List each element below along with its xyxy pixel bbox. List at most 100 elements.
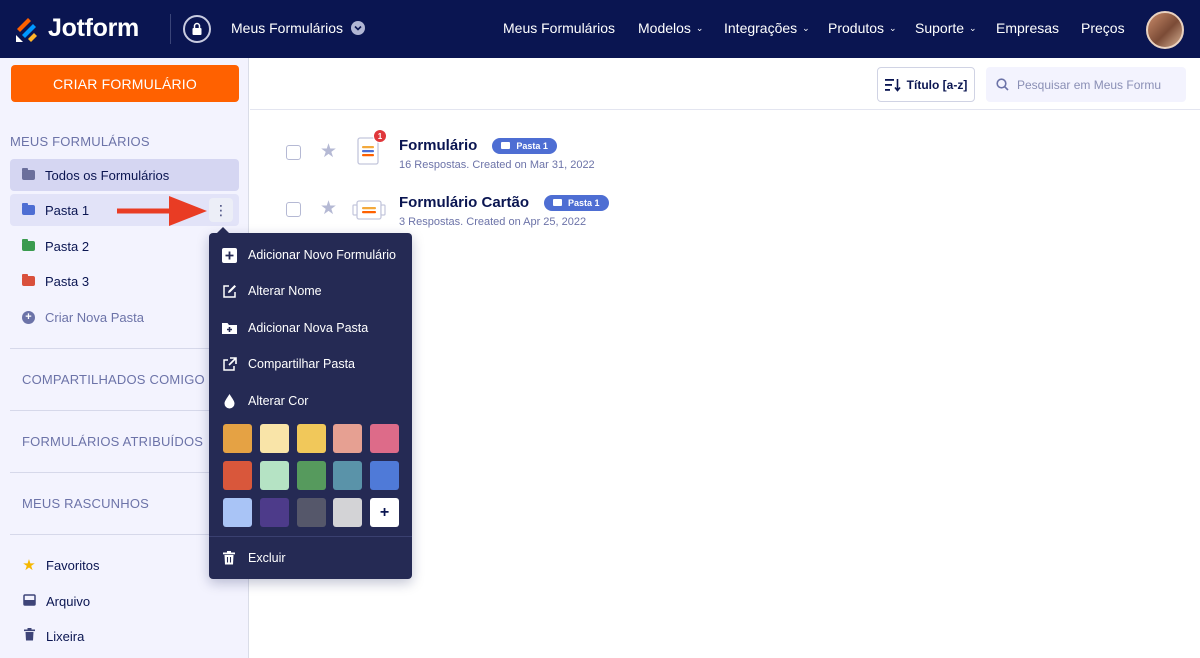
sidebar-item-favorites[interactable]: ★ Favoritos — [10, 549, 239, 581]
menu-item-label: Adicionar Novo Formulário — [248, 248, 396, 262]
drop-icon — [221, 393, 237, 409]
color-swatch[interactable] — [370, 424, 399, 453]
form-subtitle: 16 Respostas. Created on Mar 31, 2022 — [399, 159, 595, 171]
nav-support[interactable]: Suporte ⌄ — [915, 20, 977, 36]
security-badge-icon[interactable] — [183, 15, 211, 43]
menu-item-add-new-folder[interactable]: Adicionar Nova Pasta — [209, 313, 412, 343]
my-forms-section-title: MEUS FORMULÁRIOS — [10, 134, 150, 149]
color-swatch[interactable] — [333, 498, 362, 527]
top-navigation-bar: Jotform Meus Formulários Meus Formulário… — [0, 0, 1200, 58]
my-drafts-section[interactable]: MEUS RASCUNHOS — [22, 496, 149, 511]
color-swatch[interactable] — [223, 498, 252, 527]
nav-label: Empresas — [996, 20, 1060, 36]
caret-down-icon: ⌄ — [695, 22, 704, 33]
color-swatch[interactable] — [223, 424, 252, 453]
form-title[interactable]: Formulário Pasta 1 — [399, 137, 557, 154]
shared-with-me-section[interactable]: COMPARTILHADOS COMIGO — [22, 372, 205, 387]
header-divider — [170, 14, 171, 44]
sidebar-item-label: Lixeira — [46, 628, 85, 644]
sidebar-divider — [10, 348, 239, 349]
nav-products[interactable]: Produtos ⌄ — [828, 20, 897, 36]
color-swatch[interactable] — [297, 424, 326, 453]
sidebar-item-trash[interactable]: Lixeira — [10, 620, 239, 652]
menu-divider — [209, 536, 412, 537]
folder-icon — [22, 168, 35, 180]
menu-item-delete[interactable]: Excluir — [209, 543, 412, 573]
sort-icon — [884, 78, 901, 92]
sidebar-item-label: Todos os Formulários — [45, 167, 170, 183]
color-swatch[interactable] — [297, 461, 326, 490]
color-swatch[interactable] — [260, 461, 289, 490]
color-swatch[interactable] — [333, 461, 362, 490]
add-custom-color-button[interactable]: + — [370, 498, 399, 527]
more-options-icon[interactable]: ⋮ — [209, 198, 233, 222]
create-form-button[interactable]: CRIAR FORMULÁRIO — [11, 65, 239, 102]
notification-badge: 1 — [373, 129, 387, 143]
color-swatch[interactable] — [223, 461, 252, 490]
color-swatch[interactable] — [333, 424, 362, 453]
sidebar-item-archive[interactable]: Arquivo — [10, 585, 239, 617]
sidebar-item-all-forms[interactable]: Todos os Formulários — [10, 159, 239, 191]
nav-my-forms[interactable]: Meus Formulários — [503, 20, 615, 36]
folder-pill[interactable]: Pasta 1 — [492, 137, 557, 154]
form-title-text: Formulário — [399, 137, 478, 154]
sidebar-item-pasta-3[interactable]: Pasta 3 — [10, 265, 239, 297]
folder-icon — [22, 203, 35, 215]
nav-integrations[interactable]: Integrações ⌄ — [724, 20, 810, 36]
menu-item-add-new-form[interactable]: Adicionar Novo Formulário — [209, 240, 412, 270]
menu-item-label: Alterar Cor — [248, 394, 309, 408]
menu-item-label: Adicionar Nova Pasta — [248, 321, 369, 335]
star-icon[interactable]: ★ — [320, 197, 337, 220]
star-icon[interactable]: ★ — [320, 140, 337, 163]
form-title-text: Formulário Cartão — [399, 194, 530, 211]
caret-down-icon: ⌄ — [969, 22, 977, 33]
nav-enterprise[interactable]: Empresas — [996, 20, 1059, 36]
menu-item-label: Excluir — [248, 551, 286, 565]
folder-icon — [22, 274, 35, 286]
menu-item-rename[interactable]: Alterar Nome — [209, 276, 412, 306]
search-box[interactable] — [986, 67, 1186, 102]
color-swatch[interactable] — [260, 498, 289, 527]
card-form-icon — [352, 200, 386, 220]
sidebar-divider — [10, 534, 239, 535]
red-arrow-annotation — [117, 196, 207, 226]
nav-pricing[interactable]: Preços — [1081, 20, 1125, 36]
form-title[interactable]: Formulário Cartão Pasta 1 — [399, 194, 609, 211]
sort-label: Título [a-z] — [906, 77, 968, 92]
plus-square-icon — [221, 247, 237, 263]
select-checkbox[interactable] — [286, 145, 301, 160]
select-checkbox[interactable] — [286, 202, 301, 217]
archive-icon — [22, 593, 36, 609]
folder-pill-label: Pasta 1 — [516, 140, 548, 151]
my-forms-dropdown[interactable]: Meus Formulários — [231, 20, 366, 36]
menu-item-label: Alterar Nome — [248, 284, 322, 298]
color-swatch[interactable] — [260, 424, 289, 453]
sidebar-item-label: Pasta 3 — [45, 273, 90, 289]
create-new-folder-button[interactable]: + Criar Nova Pasta — [10, 301, 239, 333]
jotform-logo[interactable]: Jotform — [14, 14, 139, 43]
chevron-down-icon — [351, 21, 366, 35]
sidebar-divider — [10, 472, 239, 473]
user-avatar[interactable] — [1146, 11, 1184, 49]
assigned-forms-section[interactable]: FORMULÁRIOS ATRIBUÍDOS — [22, 434, 203, 449]
folder-pill[interactable]: Pasta 1 — [544, 194, 609, 211]
nav-label: Preços — [1081, 20, 1125, 36]
sidebar-item-label: Pasta 1 — [45, 202, 90, 218]
add-folder-icon — [221, 320, 237, 336]
sort-button[interactable]: Título [a-z] — [877, 67, 975, 102]
trash-icon — [221, 550, 237, 566]
nav-templates[interactable]: Modelos ⌄ — [638, 20, 703, 36]
forms-toolbar: Título [a-z] — [250, 58, 1200, 110]
color-swatch[interactable] — [297, 498, 326, 527]
form-list-item[interactable]: ★ Formulário Cartão Pasta 1 3 Respostas.… — [286, 194, 986, 238]
color-swatch[interactable] — [370, 461, 399, 490]
sidebar-item-pasta-2[interactable]: Pasta 2 — [10, 230, 239, 262]
menu-item-change-color[interactable]: Alterar Cor — [209, 386, 412, 416]
search-input[interactable] — [1017, 77, 1167, 92]
menu-item-share-folder[interactable]: Compartilhar Pasta — [209, 349, 412, 379]
sidebar-divider — [10, 410, 239, 411]
menu-item-label: Compartilhar Pasta — [248, 357, 355, 371]
form-list-item[interactable]: ★ 1 Formulário Pasta 1 16 Respostas. Cre… — [286, 129, 986, 181]
caret-down-icon: ⌄ — [802, 22, 810, 33]
folder-icon — [22, 239, 35, 251]
